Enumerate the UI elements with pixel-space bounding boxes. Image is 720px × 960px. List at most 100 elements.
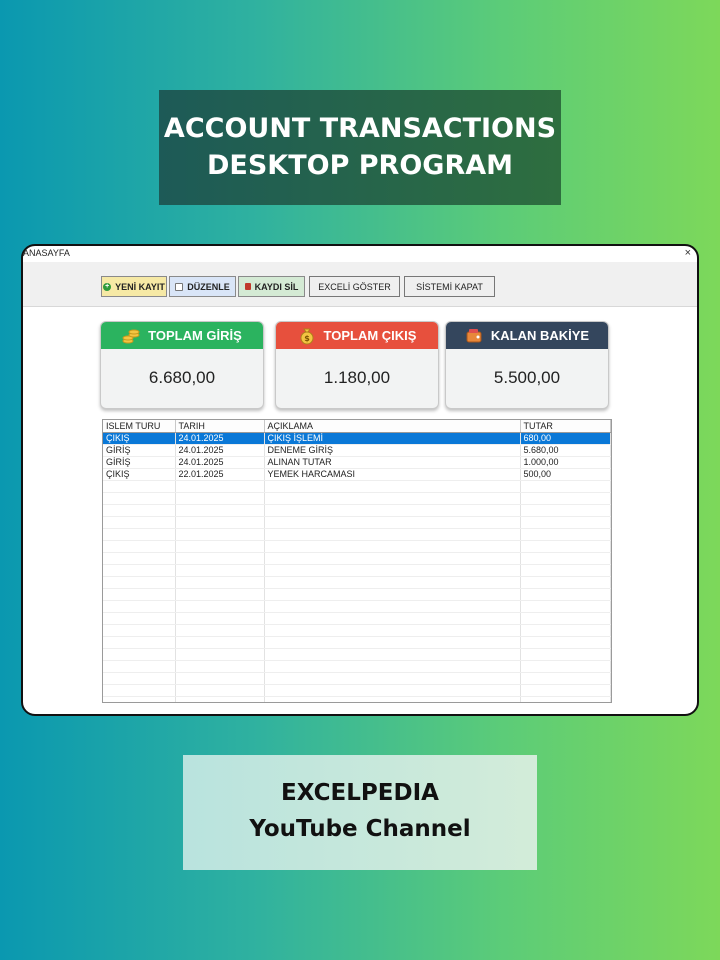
table-row[interactable]: ÇIKIŞ 22.01.2025 YEMEK HARCAMASI 500,00	[103, 468, 611, 481]
table-header-row: ISLEM TURU TARIH AÇIKLAMA TUTAR	[103, 420, 611, 433]
empty-table-cell	[264, 612, 521, 625]
empty-table-cell	[264, 576, 521, 589]
empty-table-cell	[520, 648, 611, 661]
empty-table-row	[103, 528, 611, 541]
app-window: ANASAYFA × + YENİ KAYIT DÜZENLE KAYDI Sİ…	[21, 244, 699, 716]
empty-table-cell	[175, 636, 265, 649]
banner-line-2: DESKTOP PROGRAM	[206, 150, 514, 181]
empty-table-cell	[264, 624, 521, 637]
empty-table-cell	[264, 528, 521, 541]
empty-table-row	[103, 516, 611, 529]
empty-table-cell	[103, 588, 176, 601]
toolbar: + YENİ KAYIT DÜZENLE KAYDI SİL EXCELİ GÖ…	[23, 262, 697, 307]
empty-table-cell	[175, 600, 265, 613]
empty-table-row	[103, 696, 611, 702]
empty-table-row	[103, 540, 611, 553]
empty-table-cell	[520, 552, 611, 565]
empty-table-cell	[520, 684, 611, 697]
new-record-button[interactable]: + YENİ KAYIT	[101, 276, 167, 297]
empty-table-row	[103, 660, 611, 673]
edit-label: DÜZENLE	[187, 281, 230, 292]
footer-box: EXCELPEDIA YouTube Channel	[183, 755, 537, 870]
empty-table-row	[103, 492, 611, 505]
table-row[interactable]: GİRİŞ 24.01.2025 ALINAN TUTAR 1.000,00	[103, 456, 611, 469]
balance-card-value: 5.500,00	[493, 368, 561, 387]
empty-table-cell	[175, 528, 265, 541]
close-icon[interactable]: ×	[685, 247, 691, 259]
footer-line-2: YouTube Channel	[249, 816, 471, 842]
empty-table-cell	[103, 648, 176, 661]
add-icon: +	[103, 282, 112, 291]
income-card: TOPLAM GİRİŞ 6.680,00	[100, 321, 264, 409]
empty-table-cell	[264, 540, 521, 553]
column-header[interactable]: TARIH	[175, 420, 265, 433]
delete-button[interactable]: KAYDI SİL	[238, 276, 305, 297]
empty-table-cell	[103, 516, 176, 529]
table-cell: GİRİŞ	[103, 444, 176, 457]
empty-table-cell	[175, 564, 265, 577]
empty-table-row	[103, 672, 611, 685]
empty-table-cell	[103, 684, 176, 697]
empty-table-cell	[175, 672, 265, 685]
empty-table-row	[103, 552, 611, 565]
close-system-label: SİSTEMİ KAPAT	[416, 281, 483, 292]
show-excel-button[interactable]: EXCELİ GÖSTER	[309, 276, 400, 297]
banner-title: ACCOUNT TRANSACTIONS DESKTOP PROGRAM	[159, 90, 561, 205]
coins-icon	[122, 329, 140, 343]
svg-text:$: $	[304, 334, 310, 343]
empty-table-cell	[175, 516, 265, 529]
table-row[interactable]: GİRİŞ 24.01.2025 DENEME GİRİŞ 5.680,00	[103, 444, 611, 457]
table-cell: 22.01.2025	[175, 468, 265, 481]
table-cell: YEMEK HARCAMASI	[264, 468, 521, 481]
balance-card: KALAN BAKİYE 5.500,00	[445, 321, 609, 409]
expense-card-value: 1.180,00	[323, 368, 391, 387]
empty-table-cell	[520, 600, 611, 613]
table-cell: ÇIKIŞ İŞLEMİ	[264, 432, 521, 445]
empty-table-cell	[103, 636, 176, 649]
empty-table-row	[103, 624, 611, 637]
empty-table-cell	[264, 636, 521, 649]
empty-table-cell	[520, 624, 611, 637]
empty-table-cell	[175, 492, 265, 505]
empty-table-cell	[103, 696, 176, 702]
balance-card-title: KALAN BAKİYE	[490, 328, 590, 343]
empty-table-row	[103, 636, 611, 649]
window-title: ANASAYFA	[23, 248, 70, 258]
column-header[interactable]: AÇIKLAMA	[264, 420, 521, 433]
income-card-header: TOPLAM GİRİŞ	[101, 322, 263, 349]
empty-table-cell	[264, 696, 521, 702]
empty-table-cell	[520, 504, 611, 517]
empty-table-cell	[520, 636, 611, 649]
table-cell: 24.01.2025	[175, 432, 265, 445]
empty-table-cell	[264, 588, 521, 601]
empty-table-cell	[103, 564, 176, 577]
column-header[interactable]: ISLEM TURU	[103, 420, 176, 433]
edit-button[interactable]: DÜZENLE	[169, 276, 236, 297]
table-cell: ÇIKIŞ	[103, 432, 176, 445]
show-excel-label: EXCELİ GÖSTER	[318, 281, 391, 292]
table-cell: 500,00	[520, 468, 611, 481]
edit-icon	[175, 282, 184, 291]
empty-table-cell	[175, 624, 265, 637]
empty-table-cell	[264, 672, 521, 685]
footer-line-1: EXCELPEDIA	[281, 780, 439, 806]
transactions-table[interactable]: ISLEM TURU TARIH AÇIKLAMA TUTAR ÇIKIŞ 24…	[102, 419, 612, 703]
empty-table-row	[103, 564, 611, 577]
table-cell: DENEME GİRİŞ	[264, 444, 521, 457]
empty-table-cell	[103, 480, 176, 493]
empty-table-cell	[264, 600, 521, 613]
empty-table-cell	[103, 624, 176, 637]
income-card-title: TOPLAM GİRİŞ	[148, 328, 242, 343]
empty-table-cell	[175, 696, 265, 702]
table-row[interactable]: ÇIKIŞ 24.01.2025 ÇIKIŞ İŞLEMİ 680,00	[103, 432, 611, 445]
table-cell: 24.01.2025	[175, 444, 265, 457]
empty-table-cell	[175, 684, 265, 697]
empty-table-cell	[175, 540, 265, 553]
empty-table-cell	[520, 480, 611, 493]
empty-table-row	[103, 576, 611, 589]
column-header[interactable]: TUTAR	[520, 420, 611, 433]
expense-card-title: TOPLAM ÇIKIŞ	[323, 328, 417, 343]
empty-table-row	[103, 504, 611, 517]
close-system-button[interactable]: SİSTEMİ KAPAT	[404, 276, 495, 297]
money-bag-icon: $	[300, 328, 314, 344]
